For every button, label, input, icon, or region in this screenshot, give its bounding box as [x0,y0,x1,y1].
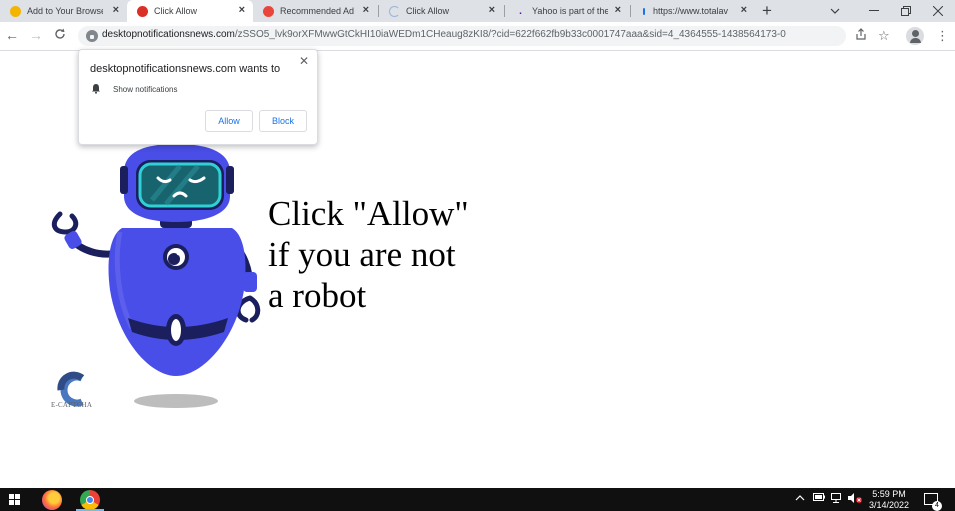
tab-label: Yahoo is part of the [532,6,608,16]
notification-permission-prompt: desktopnotificationsnews.com wants to ✕ … [78,49,318,145]
page-headline: Click "Allow" if you are not a robot [268,193,469,316]
block-button[interactable]: Block [259,110,307,132]
restore-icon[interactable] [889,0,923,22]
url-text[interactable]: desktopnotificationsnews.com/zSSO5_lvk9o… [102,29,786,40]
lock-icon[interactable] [86,30,98,42]
menu-dots-icon[interactable]: ⋮ [936,28,949,44]
tab-search-chevron-icon[interactable] [818,0,852,22]
firefox-icon[interactable] [42,490,62,510]
reload-icon[interactable] [51,27,69,43]
network-icon[interactable] [831,493,843,506]
profile-avatar-icon[interactable] [906,27,924,45]
tab-yahoo[interactable]: . Yahoo is part of the × [505,0,629,22]
forward-arrow-icon[interactable]: → [27,27,45,43]
prompt-title: desktopnotificationsnews.com wants to [90,63,281,75]
close-tab-icon[interactable]: × [363,4,369,16]
prompt-close-icon[interactable]: ✕ [299,54,309,68]
tray-chevron-icon[interactable] [795,493,805,504]
share-icon[interactable] [855,28,867,43]
robot-shadow [134,394,218,408]
close-tab-icon[interactable]: × [113,4,119,16]
clock-date: 3/14/2022 [868,500,910,510]
headline-line-2: if you are not [268,235,456,274]
close-tab-icon[interactable]: × [489,4,495,16]
close-tab-icon[interactable]: × [615,4,621,16]
system-clock[interactable]: 5:59 PM 3/14/2022 [864,489,914,511]
notification-count-badge: 4 [932,501,942,511]
chrome-icon[interactable] [80,490,100,510]
tab-label: Add to Your Browse [27,6,103,16]
allow-button[interactable]: Allow [205,110,253,132]
url-path: /zSSO5_lvk9orXFMwwGtCkHI10iaWEDm1CHeaug8… [234,29,786,40]
battery-icon[interactable] [813,493,825,504]
minimize-icon[interactable] [857,0,891,22]
ecaptcha-label: E-CAPTCHA [51,401,93,409]
back-arrow-icon[interactable]: ← [3,27,21,43]
tab-label: Click Allow [154,6,198,16]
close-tab-icon[interactable]: × [239,4,245,16]
ad-favicon-icon [263,5,274,17]
tab-label: Click Allow [406,6,450,16]
windows-start-icon[interactable] [9,494,20,505]
tab-click-allow[interactable]: Click Allow × [379,0,503,22]
headline-line-3: a robot [268,276,367,315]
page-favicon-icon [641,6,647,17]
site-favicon-icon [137,5,148,17]
dot-favicon-icon: . [519,5,522,17]
tab-click-allow-active[interactable]: Click Allow × [127,0,253,22]
tab-strip: Add to Your Browse × Click Allow × Recom… [0,0,955,22]
new-tab-button[interactable]: + [762,1,772,21]
bell-icon [92,84,100,94]
bookmark-star-icon[interactable]: ☆ [878,28,890,44]
extension-favicon-icon [10,5,21,17]
tab-label: Recommended Ad [280,6,355,16]
loading-spinner-icon [389,5,400,17]
url-host: desktopnotificationsnews.com [102,29,235,40]
tab-totalav[interactable]: https://www.totalav × [631,0,755,22]
headline-line-1: Click "Allow" [268,194,469,233]
browser-toolbar: ← → desktopnotificationsnews.com/zSSO5_l… [0,22,955,51]
close-tab-icon[interactable]: × [741,4,747,16]
clock-time: 5:59 PM [872,489,906,499]
tab-add-to-browser[interactable]: Add to Your Browse × [0,0,127,22]
close-window-icon[interactable] [921,0,955,22]
windows-taskbar: 5:59 PM 3/14/2022 4 [0,488,955,511]
volume-muted-icon[interactable] [848,493,862,506]
permission-label: Show notifications [113,85,178,94]
tab-label: https://www.totalav [653,6,729,16]
tab-recommended-ad[interactable]: Recommended Ad × [253,0,377,22]
address-bar[interactable]: desktopnotificationsnews.com/zSSO5_lvk9o… [78,26,846,46]
